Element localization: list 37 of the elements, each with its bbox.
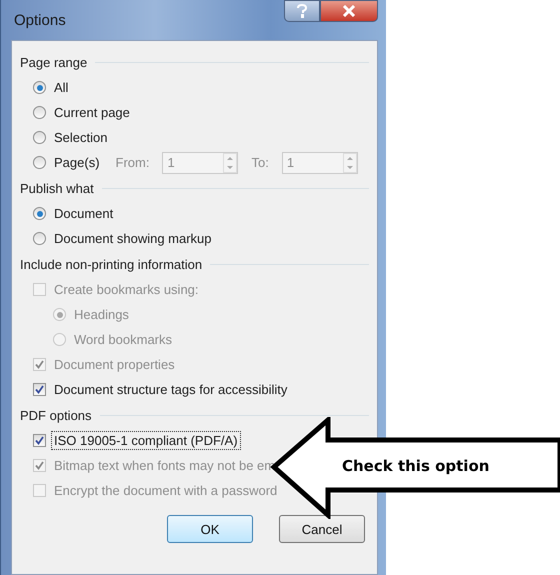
option-label: Create bookmarks using: <box>53 281 200 299</box>
close-button[interactable] <box>320 0 378 22</box>
help-button[interactable] <box>284 0 320 22</box>
option-label: Document structure tags for accessibility <box>53 381 288 399</box>
option-label: Document showing markup <box>53 230 213 248</box>
section-heading: Publish what <box>20 180 94 196</box>
section-heading: Include non-printing information <box>20 256 202 272</box>
spin-arrows-icon <box>342 152 357 172</box>
option-label: Selection <box>53 129 108 147</box>
option-label: Word bookmarks <box>73 331 174 349</box>
checkbox[interactable] <box>33 383 46 396</box>
callout-text: Check this option <box>342 457 490 475</box>
dialog-button[interactable]: Cancel <box>279 515 365 543</box>
radio-button[interactable] <box>33 207 46 220</box>
close-icon <box>342 5 356 17</box>
radio-button[interactable] <box>33 106 46 119</box>
option-label: Encrypt the document with a password <box>53 482 278 500</box>
option-label: Document <box>53 205 114 223</box>
radio-button[interactable] <box>33 232 46 245</box>
option-label: Page(s) <box>53 154 101 172</box>
section-heading: Page range <box>20 54 88 70</box>
field-label: From: <box>116 155 150 170</box>
option-label: Headings <box>73 306 130 324</box>
option-label: ISO 19005-1 compliant (PDF/A) <box>51 431 241 450</box>
option-label: Current page <box>53 104 131 122</box>
radio-button[interactable] <box>33 131 46 144</box>
help-icon <box>296 4 308 18</box>
window-title: Options <box>13 12 66 28</box>
field-label: To: <box>251 155 269 170</box>
checkbox[interactable] <box>33 434 46 447</box>
spin-arrows-icon <box>223 152 238 172</box>
section-heading: PDF options <box>20 408 92 422</box>
option-label: All <box>53 79 70 97</box>
option-label: Document properties <box>53 356 176 374</box>
dialog-button[interactable]: OK <box>167 515 253 543</box>
radio-button[interactable] <box>33 156 46 169</box>
radio-button[interactable] <box>33 81 46 94</box>
